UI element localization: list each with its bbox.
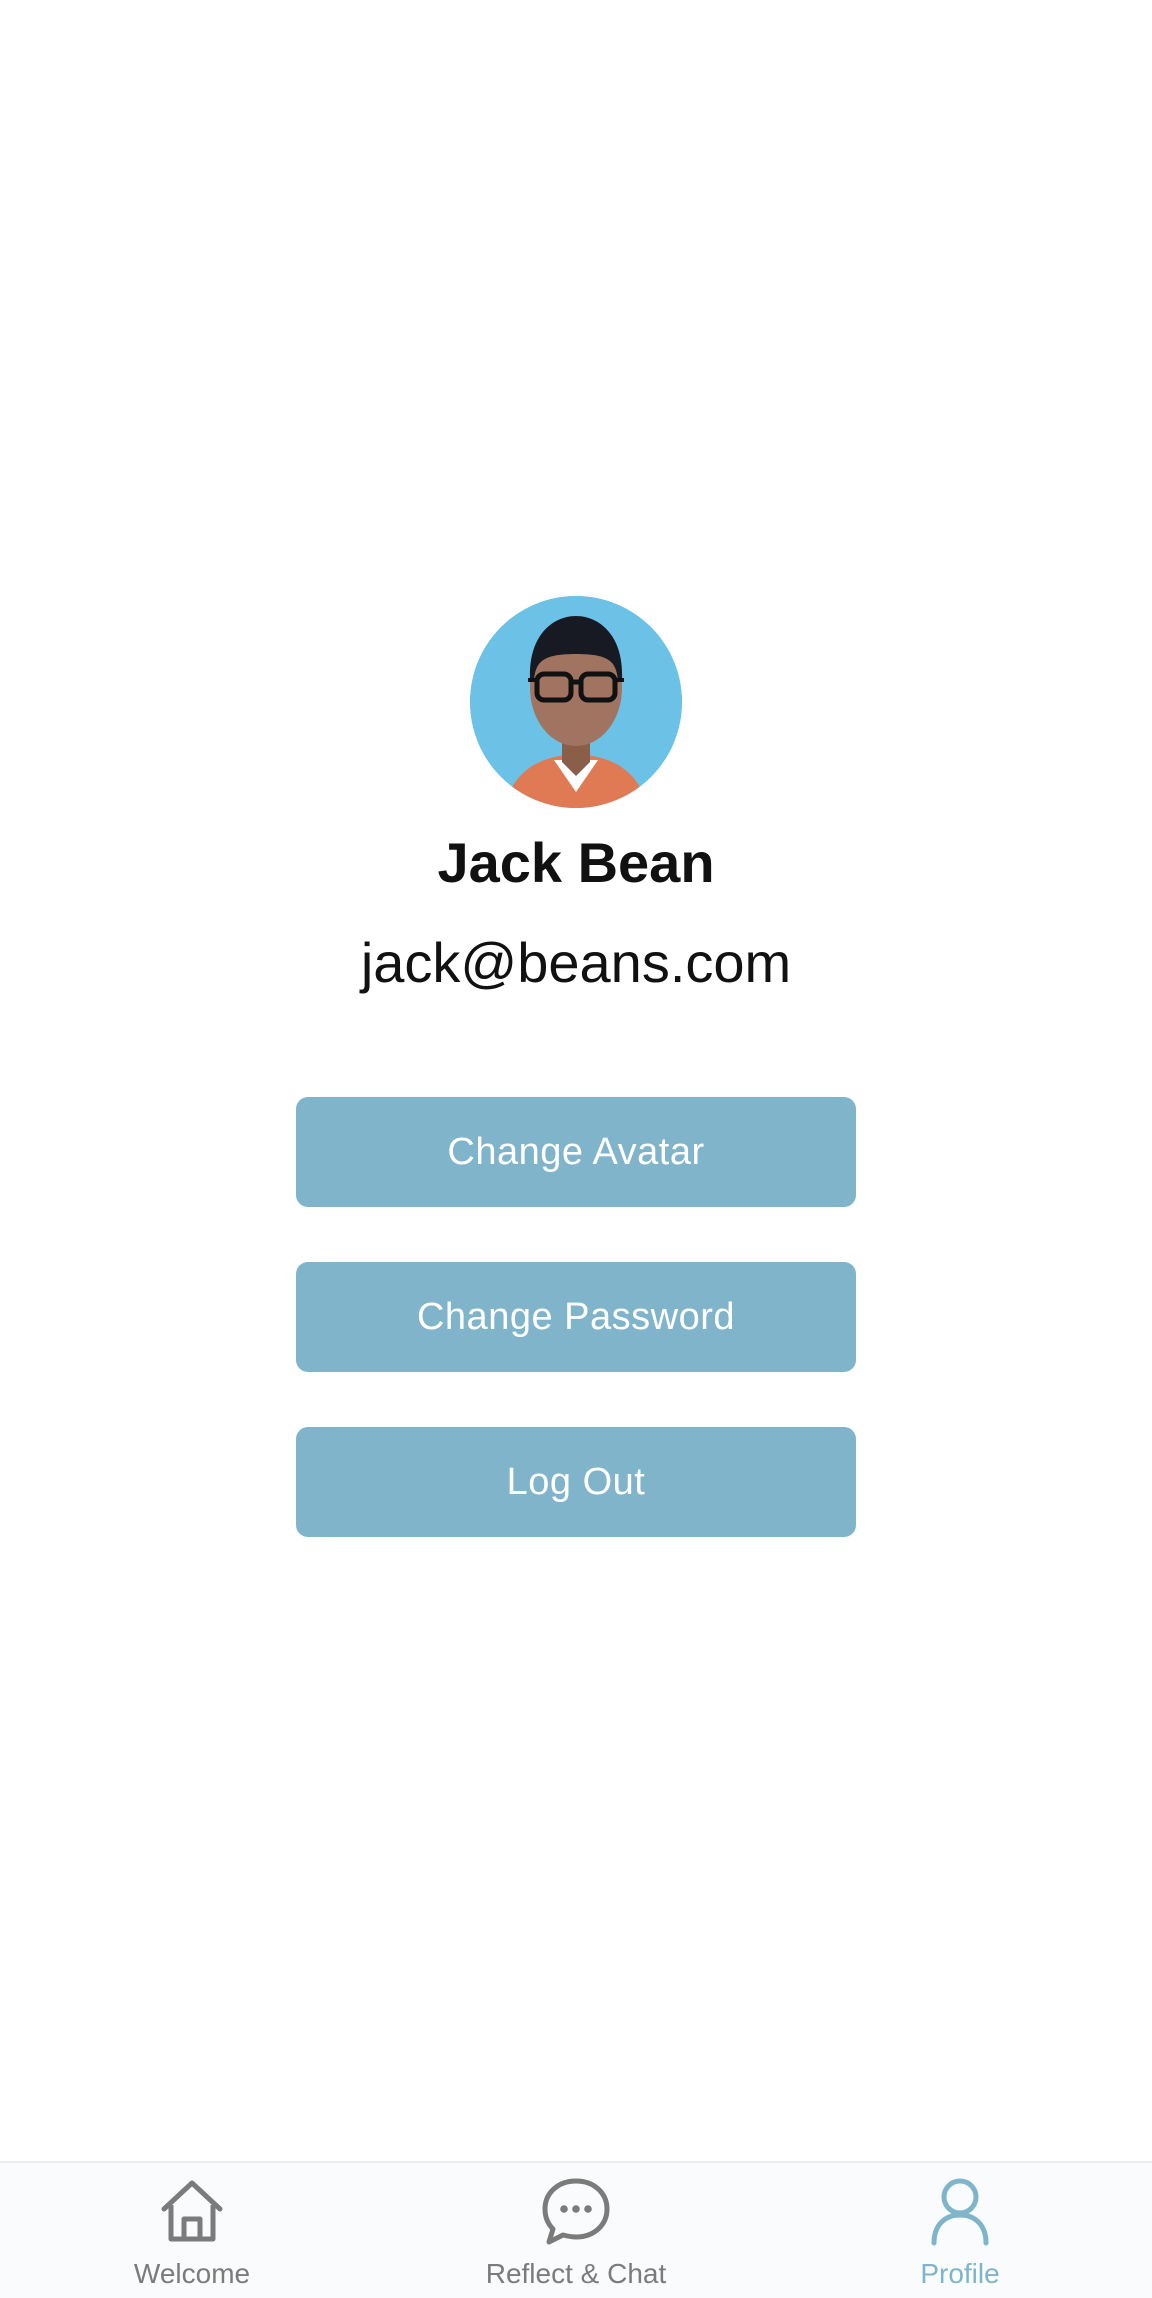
tab-welcome[interactable]: Welcome [0, 2163, 384, 2298]
profile-actions: Change Avatar Change Password Log Out [296, 1097, 856, 1592]
profile-header: Jack Bean jack@beans.com [0, 596, 1152, 998]
tab-welcome-label: Welcome [133, 2258, 251, 2289]
change-password-button[interactable]: Change Password [296, 1262, 856, 1372]
tab-profile-label: Profile [920, 2258, 1000, 2289]
bottom-tab-bar: Welcome Reflect & Chat Profile [0, 2161, 1152, 2298]
tab-profile[interactable]: Profile [768, 2163, 1152, 2298]
profile-screen: Jack Bean jack@beans.com Change Avatar C… [0, 0, 1152, 2298]
avatar [470, 596, 682, 808]
tab-reflect-chat[interactable]: Reflect & Chat [384, 2163, 768, 2298]
tab-reflect-chat-label: Reflect & Chat [485, 2258, 667, 2289]
user-email: jack@beans.com [360, 931, 792, 994]
home-icon [161, 2180, 223, 2242]
change-avatar-button[interactable]: Change Avatar [296, 1097, 856, 1207]
user-name: Jack Bean [437, 831, 715, 894]
avatar-illustration [470, 596, 682, 808]
person-icon [931, 2178, 989, 2246]
logout-button[interactable]: Log Out [296, 1427, 856, 1537]
chat-bubble-icon [542, 2178, 610, 2245]
